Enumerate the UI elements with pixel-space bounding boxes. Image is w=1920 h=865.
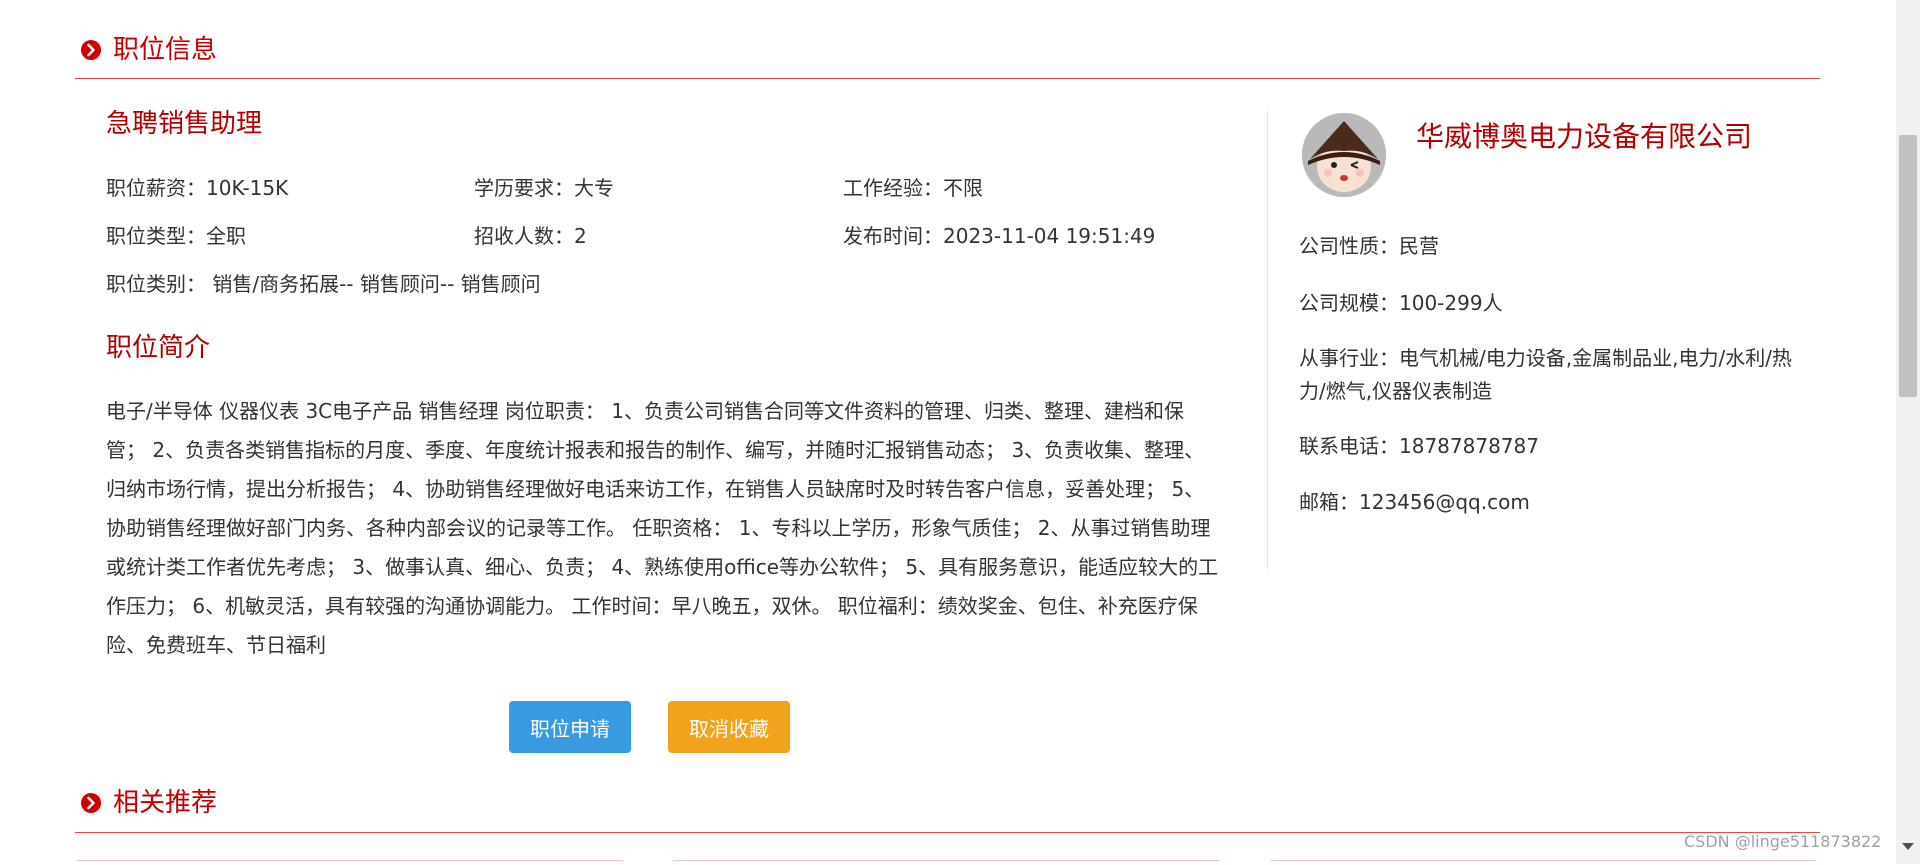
job-publish-time: 发布时间：2023-11-04 19:51:49 — [843, 224, 1156, 248]
job-title: 急聘销售助理 — [106, 109, 263, 139]
job-type: 职位类型：全职 — [106, 224, 246, 248]
unfavorite-button[interactable]: 取消收藏 — [668, 701, 790, 753]
related-card[interactable] — [1270, 860, 1816, 865]
job-education: 学历要求：大专 — [474, 176, 614, 200]
company-scale: 公司规模：100-299人 — [1299, 291, 1503, 315]
chevron-circle-right-icon — [81, 40, 101, 60]
company-avatar — [1302, 113, 1386, 197]
scrollbar-track[interactable] — [1896, 0, 1920, 864]
watermark: CSDN @linge511873822 — [1684, 832, 1882, 851]
job-salary: 职位薪资：10K-15K — [106, 176, 289, 200]
company-nature: 公司性质：民营 — [1299, 234, 1439, 258]
company-name[interactable]: 华威博奥电力设备有限公司 — [1416, 118, 1752, 156]
job-info-header: 职位信息 — [75, 32, 1820, 68]
scrollbar-thumb[interactable] — [1899, 135, 1917, 397]
apply-button[interactable]: 职位申请 — [509, 701, 631, 753]
job-info-divider — [75, 78, 1820, 79]
job-description: 电子/半导体 仪器仪表 3C电子产品 销售经理 岗位职责： 1、负责公司销售合同… — [106, 399, 1219, 657]
related-header: 相关推荐 — [75, 785, 1820, 821]
cartoon-face-icon — [1302, 113, 1386, 197]
job-category: 职位类别： 销售/商务拓展-- 销售顾问-- 销售顾问 — [106, 272, 541, 296]
related-card[interactable] — [77, 860, 623, 865]
scroll-down-arrow-icon[interactable] — [1902, 843, 1914, 850]
job-info-title: 职位信息 — [113, 35, 218, 65]
company-phone: 联系电话：18787878787 — [1299, 434, 1539, 458]
job-headcount: 招收人数：2 — [474, 224, 587, 248]
related-divider — [75, 832, 1820, 833]
company-email: 邮箱：123456@qq.com — [1299, 490, 1530, 514]
chevron-circle-right-icon — [81, 793, 101, 813]
related-title: 相关推荐 — [113, 788, 218, 818]
column-divider — [1267, 110, 1268, 570]
job-experience: 工作经验：不限 — [843, 176, 983, 200]
company-industry: 从事行业：电气机械/电力设备,金属制品业,电力/水利/热力/燃气,仪器仪表制造 — [1299, 346, 1792, 403]
related-card[interactable] — [673, 860, 1219, 865]
job-intro-title: 职位简介 — [106, 333, 211, 363]
